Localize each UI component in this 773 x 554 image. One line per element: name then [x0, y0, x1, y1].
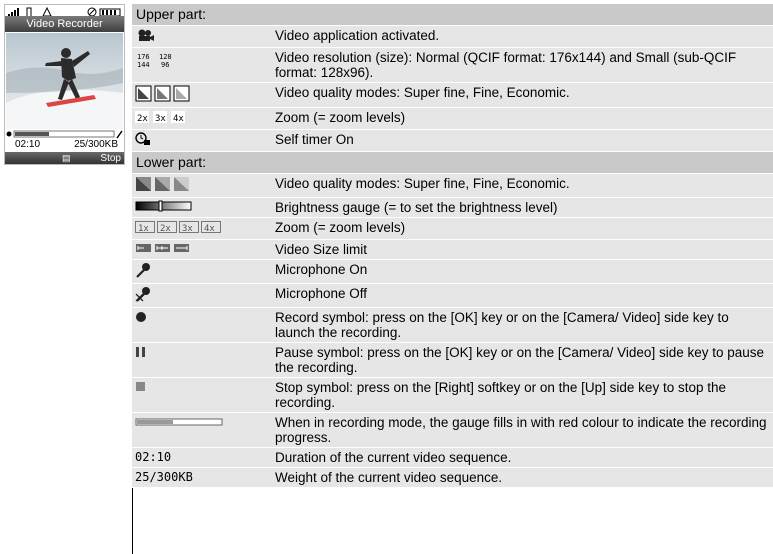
duration-text: 02:10 [132, 447, 273, 468]
row-description: Brightness gauge (= to set the brightnes… [273, 197, 773, 218]
zoom-boxes-icons: 1x 2x 3x 4x [135, 221, 221, 234]
legend-row: 1x 2x 3x 4x Zoom (= zoom levels) [132, 217, 773, 240]
resolution-small-bottom: 96 [161, 61, 169, 69]
icon-cell: 2x 3x 4x [132, 107, 273, 130]
record-progress-gauge [6, 130, 123, 139]
icon-cell [132, 129, 273, 152]
zoom-3x: 3x [155, 114, 166, 124]
icon-cell [132, 197, 273, 218]
legend-row: Microphone Off [132, 283, 773, 308]
row-description: Video application activated. [273, 25, 773, 48]
resolution-normal-top: 176 [137, 53, 150, 61]
row-description: Video Size limit [273, 239, 773, 260]
recording-info-bar: 02:10 25/300KB [5, 129, 124, 150]
microphone-on-icon [136, 263, 150, 278]
legend-row: Pause symbol: press on the [OK] key or o… [132, 342, 773, 378]
icon-cell [132, 173, 273, 198]
section-title: Lower part: [132, 151, 773, 174]
legend-row: 25/300KB Weight of the current video seq… [132, 467, 773, 488]
row-description: Zoom (= zoom levels) [273, 107, 773, 130]
snowboarder-image [6, 48, 123, 129]
resolution-icons: 176 144 128 96 [137, 53, 172, 69]
legend-row: Microphone On [132, 259, 773, 284]
microphone-off-icon [135, 287, 150, 302]
icon-cell [132, 307, 273, 343]
weight-text: 25/300KB [132, 467, 273, 488]
row-description: When in recording mode, the gauge fills … [273, 412, 773, 448]
icon-legend-table: Upper part: Video application activated.… [132, 4, 773, 488]
icon-cell [132, 82, 273, 108]
row-description: Microphone On [273, 259, 773, 284]
icon-cell [132, 283, 273, 308]
row-description: Video resolution (size): Normal (QCIF fo… [273, 47, 773, 83]
viewfinder [6, 33, 123, 129]
section-title: Upper part: [132, 4, 773, 26]
row-description: Microphone Off [273, 283, 773, 308]
zoom-4x: 4x [204, 224, 215, 234]
row-description: Stop symbol: press on the [Right] softke… [273, 377, 773, 413]
row-description: Pause symbol: press on the [OK] key or o… [273, 342, 773, 378]
zoom-levels-icons: 2x 3x 4x [135, 111, 185, 124]
self-timer-icon [135, 132, 150, 145]
zoom-4x: 4x [173, 114, 184, 124]
app-title: Video Recorder [5, 16, 124, 32]
legend-row: 176 144 128 96 Video resolution (size): … [132, 47, 773, 83]
legend-row: Brightness gauge (= to set the brightnes… [132, 197, 773, 218]
quality-modes-icons [136, 177, 189, 191]
legend-row: 02:10 Duration of the current video sequ… [132, 447, 773, 468]
zoom-3x: 3x [182, 224, 193, 234]
icon-cell [132, 342, 273, 378]
icon-cell: 176 144 128 96 [132, 47, 273, 83]
icon-cell [132, 239, 273, 260]
pause-icon [136, 347, 145, 357]
legend-row: Self timer On [132, 129, 773, 152]
row-description: Record symbol: press on the [OK] key or … [273, 307, 773, 343]
resolution-small-top: 128 [159, 53, 172, 61]
row-description: Self timer On [273, 129, 773, 152]
legend-row: Video application activated. [132, 25, 773, 48]
progress-gauge-icon [135, 418, 223, 426]
menu-softkey-icon[interactable]: ▤ [62, 152, 71, 164]
section-header-lower: Lower part: [132, 151, 773, 174]
softkey-bar: ▤ Stop [5, 152, 124, 164]
legend-row: Stop symbol: press on the [Right] softke… [132, 377, 773, 413]
zoom-2x: 2x [160, 224, 171, 234]
row-description: Duration of the current video sequence. [273, 447, 773, 468]
row-description: Weight of the current video sequence. [273, 467, 773, 488]
stop-softkey[interactable]: Stop [100, 152, 121, 164]
row-description: Video quality modes: Super fine, Fine, E… [273, 82, 773, 108]
icon-cell [132, 25, 273, 48]
zoom-2x: 2x [137, 114, 148, 124]
icon-cell [132, 259, 273, 284]
icon-cell: 1x 2x 3x 4x [132, 217, 273, 240]
legend-row: 2x 3x 4x Zoom (= zoom levels) [132, 107, 773, 130]
brightness-gauge-icon [135, 200, 192, 212]
phone-duration: 02:10 [15, 139, 41, 150]
resolution-normal-bottom: 144 [137, 61, 150, 69]
legend-row: Video quality modes: Super fine, Fine, E… [132, 173, 773, 198]
legend-row: Video Size limit [132, 239, 773, 260]
phone-screen: Video Recorder 02:10 25/300KB ▤ Stop [4, 4, 125, 165]
phone-weight: 25/300KB [74, 139, 118, 150]
row-description: Zoom (= zoom levels) [273, 217, 773, 240]
status-bar [5, 5, 124, 18]
record-icon [136, 312, 146, 322]
quality-modes-icons [135, 85, 190, 102]
size-limit-icons [136, 244, 189, 252]
row-description: Video quality modes: Super fine, Fine, E… [273, 173, 773, 198]
icon-cell [132, 377, 273, 413]
icon-cell [132, 412, 273, 448]
legend-row: When in recording mode, the gauge fills … [132, 412, 773, 448]
zoom-1x: 1x [138, 224, 149, 234]
section-header-upper: Upper part: [132, 4, 773, 26]
stop-icon [136, 382, 145, 391]
legend-row: Record symbol: press on the [OK] key or … [132, 307, 773, 343]
video-camera-icon [138, 29, 154, 41]
legend-row: Video quality modes: Super fine, Fine, E… [132, 82, 773, 108]
